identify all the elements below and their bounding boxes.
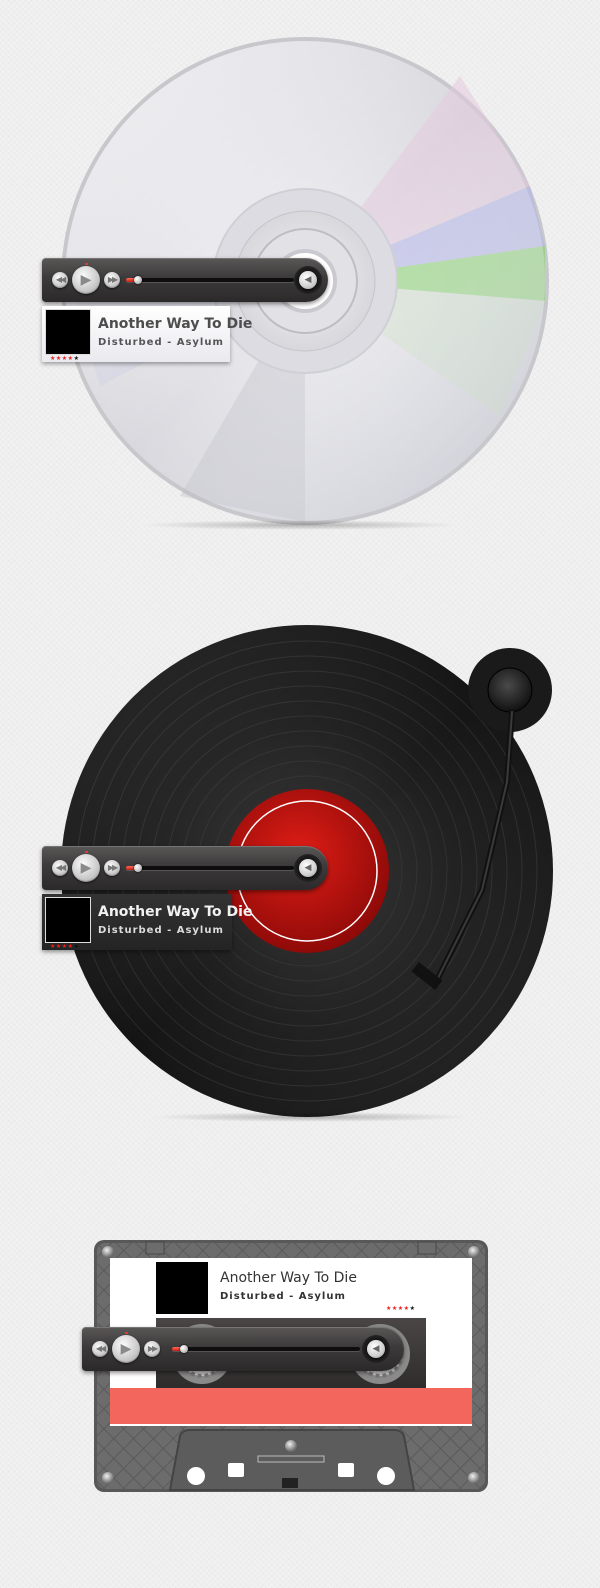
speaker-icon: ◀ xyxy=(304,275,312,285)
cd-info-panel: Another Way To Die Disturbed - Asylum ★★… xyxy=(42,306,252,362)
play-button[interactable]: ▶ xyxy=(72,851,100,882)
play-button[interactable]: ▶ xyxy=(72,263,100,294)
progress-slider[interactable] xyxy=(126,864,294,872)
play-indicator xyxy=(85,263,88,265)
next-button[interactable]: ▶▶ xyxy=(144,1341,160,1357)
vinyl-info-panel: Another Way To Die Disturbed - Asylum ★★… xyxy=(42,894,252,950)
progress-slider[interactable] xyxy=(172,1345,360,1353)
next-icon: ▶▶ xyxy=(107,275,118,284)
progress-handle[interactable] xyxy=(180,1345,188,1353)
cassette-player-bar: ◀◀ ▶ ▶▶ ◀ xyxy=(82,1327,404,1371)
artist-album: Disturbed - Asylum xyxy=(220,1291,346,1302)
track-title: Another Way To Die xyxy=(98,904,253,920)
play-indicator xyxy=(85,851,88,853)
next-button[interactable]: ▶▶ xyxy=(104,860,120,876)
play-icon: ▶ xyxy=(80,860,92,876)
play-indicator xyxy=(125,1332,128,1334)
next-icon: ▶▶ xyxy=(147,1344,158,1353)
star-icon[interactable]: ★ xyxy=(410,1305,416,1312)
cd-player-bar: ◀◀ ▶ ▶▶ ◀ xyxy=(42,258,328,302)
previous-icon: ◀◀ xyxy=(55,275,66,284)
volume-button[interactable]: ◀ xyxy=(367,1340,385,1358)
speaker-icon: ◀ xyxy=(304,863,312,873)
vinyl-shadow xyxy=(150,1112,470,1122)
speaker-icon: ◀ xyxy=(372,1344,380,1354)
track-title: Another Way To Die xyxy=(98,316,253,332)
next-button[interactable]: ▶▶ xyxy=(104,272,120,288)
star-icon[interactable]: ★ xyxy=(74,355,80,362)
star-icon[interactable]: ★ xyxy=(74,943,80,950)
progress-handle[interactable] xyxy=(134,864,142,872)
play-icon: ▶ xyxy=(120,1341,132,1357)
volume-button[interactable]: ◀ xyxy=(299,271,317,289)
previous-icon: ◀◀ xyxy=(95,1344,106,1353)
album-art xyxy=(156,1262,208,1314)
artist-album: Disturbed - Asylum xyxy=(98,337,224,348)
previous-button[interactable]: ◀◀ xyxy=(92,1341,108,1357)
rating-stars[interactable]: ★★★★★ xyxy=(50,944,79,950)
album-art xyxy=(46,310,90,354)
previous-icon: ◀◀ xyxy=(55,863,66,872)
progress-slider[interactable] xyxy=(126,276,294,284)
volume-button[interactable]: ◀ xyxy=(299,859,317,877)
previous-button[interactable]: ◀◀ xyxy=(52,272,68,288)
album-art xyxy=(46,898,90,942)
artist-album: Disturbed - Asylum xyxy=(98,925,224,936)
play-button[interactable]: ▶ xyxy=(112,1332,140,1363)
next-icon: ▶▶ xyxy=(107,863,118,872)
rating-stars[interactable]: ★★★★★ xyxy=(50,356,79,362)
rating-stars[interactable]: ★★★★★ xyxy=(386,1306,415,1312)
progress-handle[interactable] xyxy=(134,276,142,284)
cd-shadow xyxy=(140,520,460,530)
cassette-info-panel: Another Way To Die Disturbed - Asylum ★★… xyxy=(154,1262,434,1318)
track-title: Another Way To Die xyxy=(220,1270,357,1286)
play-icon: ▶ xyxy=(80,272,92,288)
vinyl-player-bar: ◀◀ ▶ ▶▶ ◀ xyxy=(42,846,328,890)
previous-button[interactable]: ◀◀ xyxy=(52,860,68,876)
